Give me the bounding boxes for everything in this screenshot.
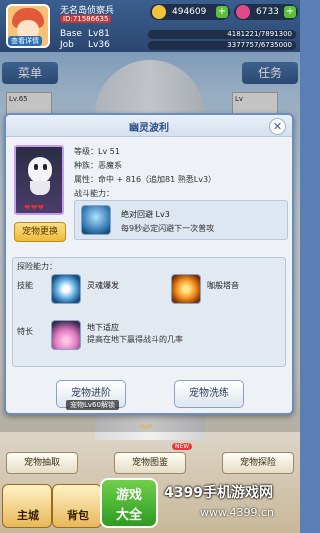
combat-skill-name: 绝对回避 Lv3 [121,210,170,219]
nav-city[interactable]: 主城 [2,484,52,528]
combat-ability-label: 战斗能力： [74,189,114,198]
add-diamond-button[interactable]: + [284,6,296,18]
new-badge: NEW [172,443,193,450]
ghost-pet-body [28,157,52,183]
explore-title: 探险能力： [17,262,57,271]
explore-skill-label: 技能 [17,281,33,290]
diamond-counter: 6733 + [234,4,298,20]
watermark-url: www.4399.cn [200,506,274,519]
watermark-logo-line1: 游戏 [115,488,142,503]
underground-cave-icon[interactable] [51,320,81,350]
soul-burst-icon[interactable] [51,274,81,304]
specialty-desc: 提高在地下赢得战斗的几率 [87,335,183,344]
base-label: Base [60,29,82,39]
chevron-down-icon[interactable]: ︾ [140,421,152,438]
pet-eye [34,164,38,170]
pet-eye [43,164,47,170]
diamond-amount: 6733 [256,7,279,17]
watermark-logo: 游戏 大全 [100,478,158,528]
dialog-title: 幽灵波利 [129,123,169,134]
watermark-title: 4399手机游戏网 [164,485,273,501]
absolute-evasion-icon[interactable] [81,205,111,235]
add-zeny-button[interactable]: + [216,6,228,18]
ghost-pet-tail [30,181,50,195]
combat-skill-desc: 每9秒必定闪避下一次普攻 [121,224,215,233]
combat-skill-panel: 绝对回避 Lv3 每9秒必定闪避下一次普攻 [74,200,288,240]
avatar-detail-label[interactable]: 查看详情 [8,36,42,46]
zeny-amount: 494609 [172,7,207,17]
site-watermark: 游戏 大全 4399手机游戏网 www.4399.cn [100,470,300,533]
top-status-bar: 查看详情 无名岛侦察兵 ID:71586635 Base Lv81 Job Lv… [0,0,300,52]
explore-skill-b-name: 咖般塔音 [207,281,239,290]
zeny-counter: 494609 + [150,4,230,20]
specialty-name: 地下适应 [87,323,119,332]
pet-refine-button[interactable]: 宠物洗练 [174,380,244,408]
pet-capture-button[interactable]: 宠物抽取 [6,452,78,474]
unlock-note: 宠物Lv60解锁 [66,400,119,410]
pet-race: 种族：恶魔系 [74,161,122,170]
job-label: Job [60,40,74,50]
close-button[interactable]: ✕ [269,118,286,135]
job-exp-bar: 3377757/6735000 [148,41,296,50]
change-pet-button[interactable]: 宠物更换 [14,222,66,242]
nav-bag[interactable]: 背包 [52,484,102,528]
job-level: Lv36 [88,40,110,50]
explore-ability-panel: 探险能力： 技能 灵魂爆发 咖般塔音 特长 地下适应 提高在地下赢得战斗的几率 [12,257,286,367]
pet-level: 等级：Lv 51 [74,147,120,156]
pet-portrait: ❤❤❤ [14,145,64,215]
nav-bag-label: 背包 [67,509,89,522]
fire-skill-icon[interactable] [171,274,201,304]
pet-attribute: 属性：命中 + 816（追加81 熟悉Lv3） [74,175,217,184]
job-level-row: Job Lv36 [60,40,110,50]
pet-detail-dialog: 幽灵波利 ✕ ❤❤❤ 宠物更换 等级：Lv 51 种族：恶魔系 属性：命中 + … [4,113,294,415]
explore-skill-a-name: 灵魂爆发 [87,281,119,290]
specialty-label: 特长 [17,327,33,336]
affection-hearts: ❤❤❤ [24,203,45,212]
dialog-header: 幽灵波利 ✕ [6,115,292,137]
base-exp-bar: 4181221/7891300 [148,30,296,39]
coin-icon [152,5,166,19]
watermark-logo-line2: 大全 [115,508,142,523]
nav-city-label: 主城 [17,509,39,522]
base-level-row: Base Lv81 [60,29,110,39]
player-id: ID:71586635 [60,15,112,23]
diamond-icon [236,5,250,19]
base-level: Lv81 [88,29,110,39]
